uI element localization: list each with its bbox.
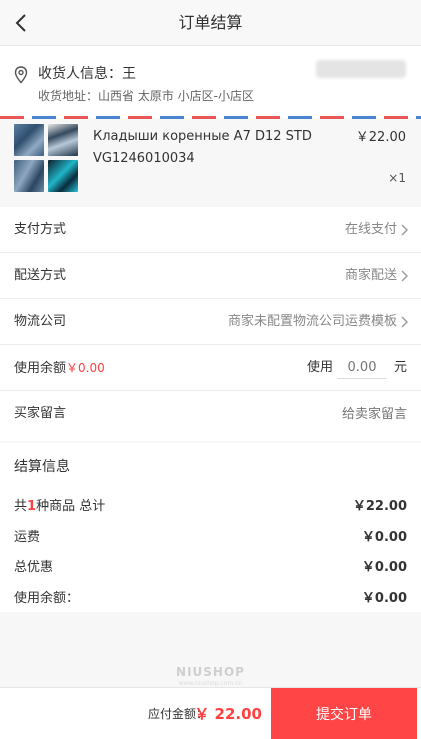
delivery-label: 配送方式 [14, 268, 67, 283]
checkout-page: 订单结算 收货人信息：王 收货地址：山西省 太原市 小店区-小店区 Кладыш… [0, 0, 421, 739]
items-prefix: 共 [14, 499, 28, 514]
discount-value: ￥0.00 [361, 560, 407, 575]
product-image [48, 160, 78, 192]
logistics-label: 物流公司 [14, 314, 67, 329]
balance-used-row: 使用余额： ￥0.00 [14, 587, 407, 607]
product-item[interactable]: Кладыши коренные A7 D12 STD VG1246010034… [0, 119, 421, 207]
balance-label: 使用余额￥0.00 [14, 345, 105, 392]
buyer-message-input[interactable] [287, 403, 407, 425]
buyer-message-row: 买家留言 [0, 391, 421, 441]
shipping-value: ￥0.00 [361, 530, 407, 545]
use-balance-label: 使用 [306, 360, 333, 375]
discount-label: 总优惠 [14, 560, 54, 575]
delivery-method-row[interactable]: 配送方式 商家配送 [0, 253, 421, 299]
items-total-label: 共1种商品 总计 [14, 495, 105, 514]
product-image [14, 160, 44, 192]
balance-amount-input[interactable] [337, 357, 387, 379]
phone-number-redacted [316, 60, 406, 78]
amount-due-value: ￥ 22.00 [194, 705, 262, 723]
submit-order-button[interactable]: 提交订单 [271, 688, 417, 739]
consignee-info: 收货人信息：王 [38, 63, 136, 83]
shipping-label: 运费 [14, 530, 41, 545]
consignee-label: 收货人信息： [38, 66, 122, 82]
payment-label: 支付方式 [14, 222, 67, 237]
items-suffix: 种商品 总计 [36, 499, 106, 514]
items-total-row: 共1种商品 总计 ￥22.00 [14, 495, 407, 515]
chevron-right-icon [401, 270, 408, 282]
address-text: 山西省 太原市 小店区-小店区 [98, 89, 254, 103]
balance-used-label: 使用余额： [14, 591, 80, 606]
product-image [14, 124, 44, 156]
order-options: 支付方式 在线支付 配送方式 商家配送 物流公司 商家未配置物流公司运费模板 使… [0, 207, 421, 441]
payment-value: 在线支付 [344, 222, 397, 237]
location-pin-icon [14, 66, 28, 84]
items-total-value: ￥22.00 [352, 499, 407, 514]
balance-used-value: ￥0.00 [361, 591, 407, 606]
header-bar: 订单结算 [0, 0, 421, 46]
delivery-value: 商家配送 [344, 268, 397, 283]
address-card[interactable]: 收货人信息：王 收货地址：山西省 太原市 小店区-小店区 [0, 46, 421, 118]
currency-unit: 元 [393, 360, 407, 375]
shipping-row: 运费 ￥0.00 [14, 526, 407, 546]
settlement-summary: 结算信息 共1种商品 总计 ￥22.00 运费 ￥0.00 总优惠 ￥0.00 … [0, 443, 421, 612]
payment-method-row[interactable]: 支付方式 在线支付 [0, 207, 421, 253]
logistics-company-row[interactable]: 物流公司 商家未配置物流公司运费模板 [0, 299, 421, 345]
summary-title: 结算信息 [14, 459, 70, 475]
address-label: 收货地址： [38, 89, 99, 103]
balance-row: 使用余额￥0.00 使用 元 [0, 345, 421, 391]
logistics-value: 商家未配置物流公司运费模板 [227, 314, 397, 329]
message-label: 买家留言 [14, 406, 67, 421]
product-thumbnail [14, 124, 78, 192]
address-line: 收货地址：山西省 太原市 小店区-小店区 [38, 87, 254, 104]
watermark-logo: NIUSHOP [176, 665, 245, 679]
watermark-url: www.niushop.com.cn [178, 680, 243, 687]
balance-label-text: 使用余额 [14, 361, 67, 376]
chevron-right-icon [401, 224, 408, 236]
product-price: ￥22.00 [355, 130, 406, 145]
items-count: 1 [27, 499, 37, 514]
product-image [48, 124, 78, 156]
product-quantity: ×1 [388, 171, 406, 185]
discount-row: 总优惠 ￥0.00 [14, 556, 407, 576]
consignee-name: 王 [122, 66, 136, 82]
available-balance: ￥0.00 [66, 361, 105, 375]
page-title: 订单结算 [178, 13, 243, 32]
checkout-footer: 应付金额： ￥ 22.00 提交订单 [0, 687, 421, 739]
chevron-right-icon [401, 316, 408, 328]
product-name: Кладыши коренные A7 D12 STD VG1246010034 [93, 129, 312, 166]
